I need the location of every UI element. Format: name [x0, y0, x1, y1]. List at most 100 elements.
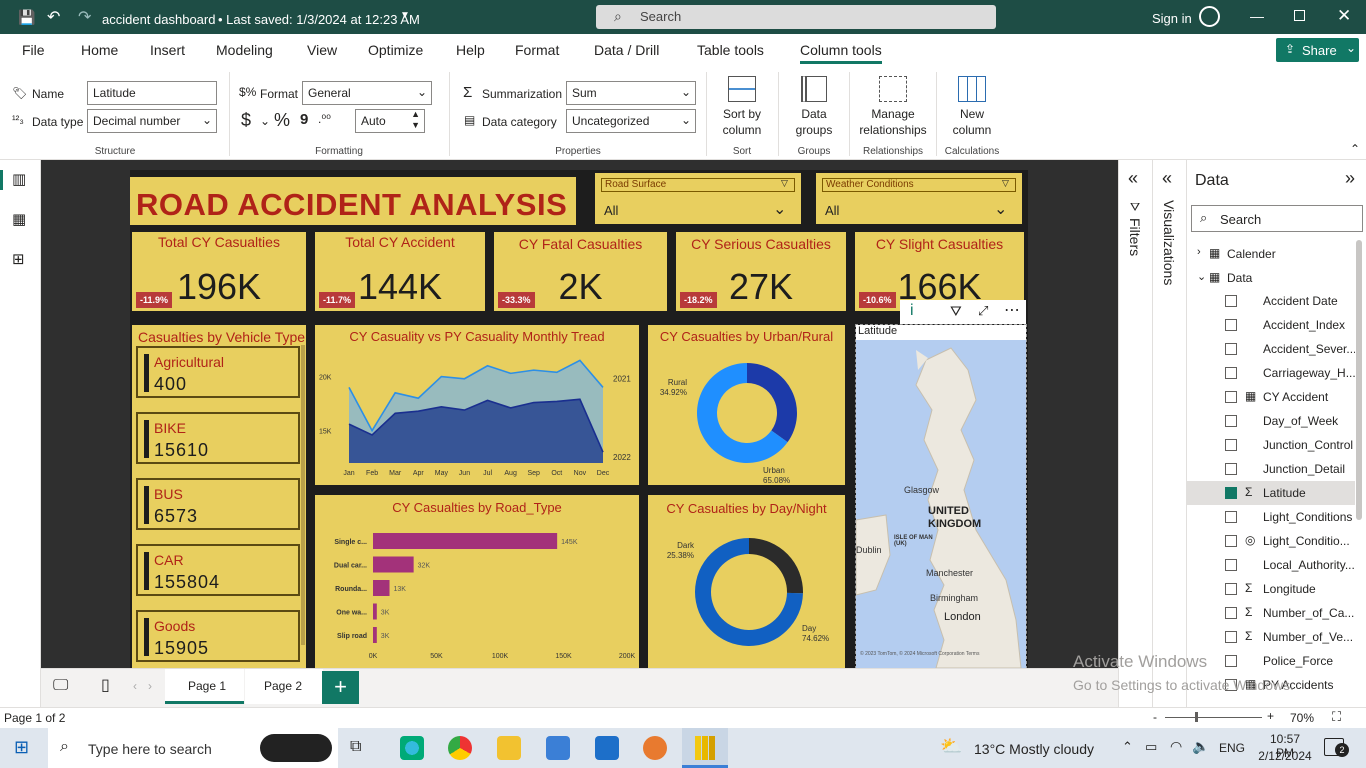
scrollbar[interactable] [1356, 240, 1362, 520]
undo-icon[interactable]: ↶ [47, 7, 60, 27]
map-visual[interactable]: Latitude Glasgow UNITED KINGDOM ISLE OF … [855, 324, 1027, 669]
new-column-button[interactable]: New column [942, 76, 1002, 138]
zoom-in-icon[interactable]: + [1267, 709, 1274, 723]
expand-icon[interactable]: « [1128, 168, 1138, 189]
field-checkbox[interactable] [1225, 559, 1237, 571]
field-item[interactable]: Accident Date [1187, 289, 1355, 313]
field-checkbox[interactable] [1225, 415, 1237, 427]
save-icon[interactable]: 💾 [18, 9, 35, 26]
tab-optimize[interactable]: Optimize [368, 42, 423, 58]
map-canvas[interactable] [856, 340, 1026, 668]
list-item[interactable]: CAR 155804 [136, 544, 300, 596]
field-item[interactable]: Carriageway_H... [1187, 361, 1355, 385]
redo-icon[interactable]: ↷ [78, 7, 91, 27]
taskbar-search[interactable]: ⌕ Type here to search [48, 728, 338, 768]
chrome-icon[interactable] [448, 736, 472, 760]
stepper-arrows-icon[interactable]: ▲ ▼ [411, 109, 420, 131]
fit-to-page-icon[interactable]: ⛶ [1332, 709, 1341, 725]
weather-conditions-slicer[interactable]: Weather Conditions ▽ All ⌄ [816, 173, 1022, 224]
manage-relationships-button[interactable]: Manage relationships [855, 76, 931, 138]
tab-data-drill[interactable]: Data / Drill [594, 42, 659, 58]
tab-help[interactable]: Help [456, 42, 485, 58]
sort-by-column-button[interactable]: Sort by column [712, 76, 772, 138]
battery-icon[interactable]: ▭ [1145, 739, 1157, 755]
field-checkbox[interactable] [1225, 439, 1237, 451]
datatype-select[interactable]: Decimal number ⌄ [87, 109, 217, 133]
tab-home[interactable]: Home [81, 42, 118, 58]
weather-text[interactable]: 13°C Mostly cloudy [974, 741, 1094, 757]
tab-column-tools[interactable]: Column tools [800, 42, 882, 64]
powerbi-taskbar-button[interactable] [682, 728, 728, 768]
kpi-card[interactable]: CY Fatal Casualties 2K -33.3% [494, 232, 667, 311]
filter-icon[interactable]: ⛛ [950, 303, 962, 320]
more-options-icon[interactable]: ⋯ [1004, 300, 1020, 320]
field-checkbox[interactable] [1225, 487, 1237, 499]
share-button[interactable]: ⇪ Share ⌄ [1276, 38, 1359, 62]
field-item[interactable]: ▦ CY Accident [1187, 385, 1355, 409]
document-title[interactable]: accident dashboard [102, 12, 215, 27]
day-night-chart[interactable]: CY Casualties by Day/Night Dark 25.38% Day… [648, 495, 845, 668]
data-groups-button[interactable]: Data groups [784, 76, 844, 138]
field-checkbox[interactable] [1225, 535, 1237, 547]
tab-page-2[interactable]: Page 2 [245, 669, 323, 704]
summarization-select[interactable]: Sum ⌄ [566, 81, 696, 105]
list-item[interactable]: Agricultural 400 [136, 346, 300, 398]
prev-page-icon[interactable]: ‹ [133, 679, 137, 693]
collapse-ribbon-icon[interactable]: ⌃ [1350, 142, 1360, 156]
collapse-icon[interactable]: » [1345, 168, 1355, 189]
tab-format[interactable]: Format [515, 42, 559, 58]
tab-insert[interactable]: Insert [150, 42, 185, 58]
table-node-calender[interactable]: › ▦ Calender [1187, 242, 1357, 266]
kpi-card[interactable]: CY Serious Casualties 27K -18.2% [676, 232, 846, 311]
field-item[interactable]: Σ Longitude [1187, 577, 1355, 601]
zoom-level[interactable]: 70% [1290, 711, 1314, 725]
field-item[interactable]: Day_of_Week [1187, 409, 1355, 433]
field-checkbox[interactable] [1225, 511, 1237, 523]
kpi-card[interactable]: Total CY Accident 144K -11.7% [315, 232, 485, 311]
road-type-chart[interactable]: CY Casualties by Road_Type Single c... 14… [315, 495, 639, 668]
minimize-icon[interactable]: — [1250, 8, 1264, 24]
percent-icon[interactable]: % [274, 110, 290, 131]
tab-page-1[interactable]: Page 1 [165, 669, 244, 704]
monthly-trend-chart[interactable]: CY Casuality vs PY Casuality Monthly Tre… [315, 325, 639, 485]
wifi-icon[interactable]: ◠ [1170, 738, 1182, 755]
field-item[interactable]: Accident_Index [1187, 313, 1355, 337]
zoom-slider-thumb[interactable] [1195, 712, 1198, 722]
field-checkbox[interactable] [1225, 655, 1237, 667]
table-view-icon[interactable]: ▦ [12, 210, 26, 228]
list-item[interactable]: BIKE 15610 [136, 412, 300, 464]
field-item[interactable]: Light_Conditions [1187, 505, 1355, 529]
desktop-layout-icon[interactable]: 🖵 [53, 677, 68, 695]
field-search-input[interactable]: ⌕ Search [1191, 205, 1363, 232]
weather-icon[interactable]: ⛅ [940, 736, 962, 757]
urban-rural-chart[interactable]: CY Casualties by Urban/Rural Rural 34.92%… [648, 325, 845, 485]
datacategory-select[interactable]: Uncategorized ⌄ [566, 109, 696, 133]
zoom-out-icon[interactable]: - [1153, 710, 1157, 724]
scrollbar[interactable] [301, 345, 305, 645]
chevron-down-icon[interactable]: ▼ [400, 10, 410, 21]
mail-icon[interactable] [595, 736, 619, 760]
field-checkbox[interactable] [1225, 631, 1237, 643]
restore-icon[interactable] [1294, 10, 1305, 21]
app-icon[interactable] [643, 736, 667, 760]
field-item[interactable]: Local_Authority... [1187, 553, 1355, 577]
volume-icon[interactable]: 🔈 [1192, 738, 1209, 755]
field-checkbox[interactable] [1225, 607, 1237, 619]
filters-pane[interactable]: « ⛛ Filters [1118, 160, 1152, 707]
list-item[interactable]: Goods 15905 [136, 610, 300, 662]
table-node-data[interactable]: ⌄ ▦ Data [1187, 266, 1357, 290]
edge-icon[interactable] [400, 736, 424, 760]
tab-view[interactable]: View [307, 42, 337, 58]
report-view-icon[interactable]: ▥ [12, 170, 26, 188]
field-item[interactable]: Accident_Sever... [1187, 337, 1355, 361]
language-indicator[interactable]: ENG [1219, 741, 1245, 755]
tab-file[interactable]: File [22, 42, 45, 58]
vehicle-type-panel[interactable]: Casualties by Vehicle Type Agricultural 4… [132, 325, 306, 668]
zoom-slider[interactable] [1165, 717, 1262, 718]
windows-start-icon[interactable]: ⊞ [14, 737, 29, 758]
field-checkbox[interactable] [1225, 367, 1237, 379]
field-checkbox[interactable] [1225, 343, 1237, 355]
next-page-icon[interactable]: › [148, 679, 152, 693]
clock-date[interactable]: 2/12/2024 [1258, 749, 1312, 763]
expand-icon[interactable]: « [1162, 168, 1172, 189]
